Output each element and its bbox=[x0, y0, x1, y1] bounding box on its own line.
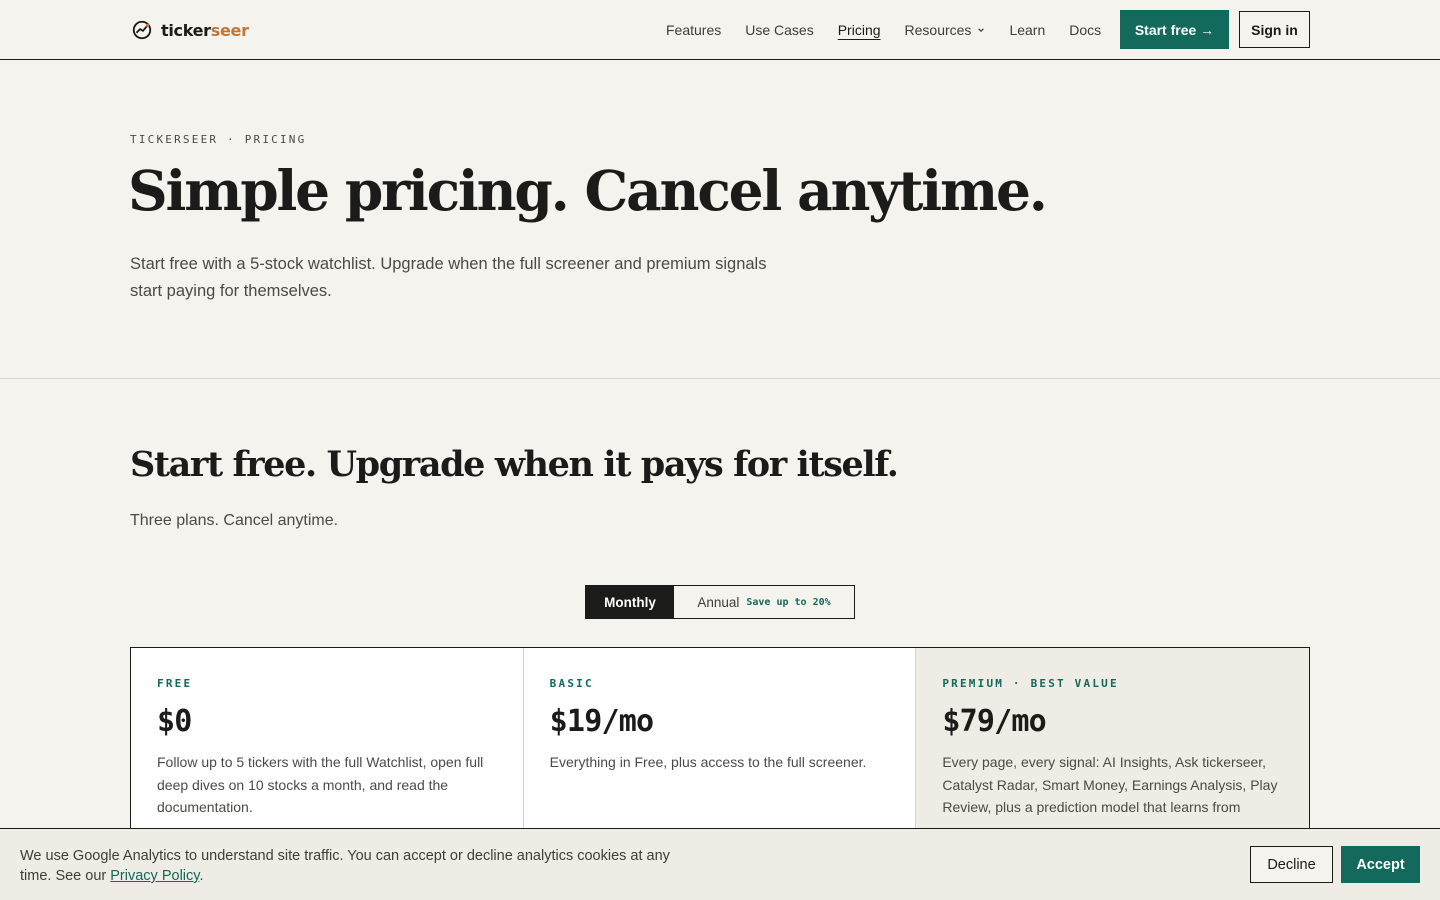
plan-price: $0 bbox=[157, 704, 192, 739]
plan-name: FREE bbox=[157, 677, 193, 690]
privacy-policy-link[interactable]: Privacy Policy bbox=[110, 868, 199, 884]
plan-name: PREMIUM · BEST VALUE bbox=[942, 677, 1119, 690]
nav-link-resources[interactable]: Resources bbox=[905, 19, 986, 41]
decline-cookies-button[interactable]: Decline bbox=[1250, 846, 1333, 883]
pricing-subtitle: Three plans. Cancel anytime. bbox=[130, 512, 339, 529]
cookie-message-end: . bbox=[199, 868, 204, 884]
nav-link-resources-label: Resources bbox=[904, 22, 972, 38]
top-navigation: tickerseer Features Use Cases Pricing Re… bbox=[0, 0, 1440, 60]
plan-description: Every page, every signal: AI Insights, A… bbox=[942, 754, 1278, 815]
section-divider bbox=[0, 378, 1440, 379]
sign-in-button[interactable]: Sign in bbox=[1239, 11, 1310, 48]
main-menu: Features Use Cases Pricing Resources Lea… bbox=[666, 19, 1101, 41]
plan-name: BASIC bbox=[549, 677, 594, 690]
billing-annual-label: Annual bbox=[697, 594, 740, 610]
nav-link-features[interactable]: Features bbox=[666, 19, 721, 41]
billing-period-toggle: Monthly Annual Save up to 20% bbox=[585, 585, 855, 619]
chevron-down-icon bbox=[978, 28, 985, 33]
logo[interactable]: tickerseer bbox=[131, 17, 249, 43]
nav-link-pricing[interactable]: Pricing bbox=[838, 19, 881, 41]
nav-link-docs[interactable]: Docs bbox=[1069, 19, 1101, 41]
pricing-title: Start free. Upgrade when it pays for its… bbox=[130, 444, 899, 485]
plan-description: Follow up to 5 tickers with the full Wat… bbox=[157, 754, 484, 815]
logo-wordmark: tickerseer bbox=[161, 20, 249, 40]
billing-monthly-option[interactable]: Monthly bbox=[586, 586, 674, 618]
annual-savings-badge: Save up to 20% bbox=[746, 596, 831, 608]
plan-price: $19/mo bbox=[549, 704, 654, 739]
trend-gauge-icon bbox=[132, 20, 152, 40]
page-title: Simple pricing. Cancel anytime. bbox=[128, 158, 1048, 223]
start-free-button[interactable]: Start free → bbox=[1120, 10, 1229, 49]
nav-link-learn[interactable]: Learn bbox=[1009, 19, 1045, 41]
hero-subtitle: Start free with a 5-stock watchlist. Upg… bbox=[130, 255, 767, 300]
nav-link-use-cases[interactable]: Use Cases bbox=[745, 19, 813, 41]
cookie-message: We use Google Analytics to understand si… bbox=[20, 846, 680, 886]
hero-eyebrow: TICKERSEER · PRICING bbox=[130, 133, 307, 146]
plan-price: $79/mo bbox=[942, 704, 1046, 739]
billing-annual-option[interactable]: Annual Save up to 20% bbox=[674, 586, 854, 618]
cookie-consent-banner: We use Google Analytics to understand si… bbox=[0, 828, 1440, 900]
accept-cookies-button[interactable]: Accept bbox=[1341, 846, 1420, 883]
plan-description: Everything in Free, plus access to the f… bbox=[549, 754, 867, 770]
